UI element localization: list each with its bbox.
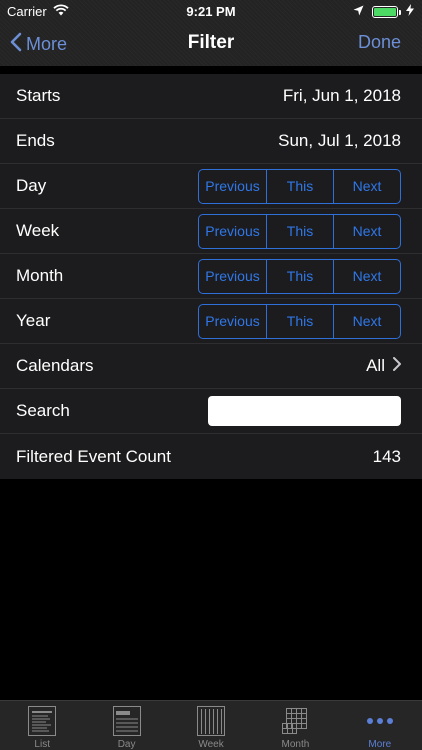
week-label: Week bbox=[16, 221, 60, 240]
month-row: Month Previous This Next bbox=[0, 254, 422, 299]
more-icon bbox=[365, 705, 395, 737]
navigation-bar: More Filter Done bbox=[0, 22, 422, 66]
status-right-group bbox=[353, 4, 414, 19]
tab-more[interactable]: More bbox=[338, 701, 422, 750]
year-segmented-control: Previous This Next bbox=[198, 303, 401, 339]
starts-value: Fri, Jun 1, 2018 bbox=[282, 86, 401, 105]
week-next-button[interactable]: Next bbox=[333, 214, 400, 248]
search-row: Search bbox=[0, 389, 422, 434]
charging-bolt-icon bbox=[406, 4, 414, 19]
week-this-button[interactable]: This bbox=[266, 214, 333, 248]
battery-icon bbox=[372, 5, 401, 18]
event-count-value: 143 bbox=[372, 446, 401, 466]
week-icon bbox=[196, 705, 226, 737]
day-segmented-control: Previous This Next bbox=[198, 168, 401, 204]
ends-label: Ends bbox=[16, 131, 55, 150]
battery-level bbox=[374, 7, 396, 16]
ends-row[interactable]: Ends Sun, Jul 1, 2018 bbox=[0, 119, 422, 164]
tab-week-label: Week bbox=[198, 739, 224, 750]
month-next-button[interactable]: Next bbox=[333, 259, 400, 293]
week-previous-button[interactable]: Previous bbox=[199, 215, 266, 248]
year-label: Year bbox=[16, 311, 51, 330]
month-this-button[interactable]: This bbox=[266, 259, 333, 293]
event-count-row: Filtered Event Count 143 bbox=[0, 434, 422, 479]
week-segmented-control: Previous This Next bbox=[198, 213, 401, 249]
day-label: Day bbox=[16, 176, 47, 195]
year-previous-button[interactable]: Previous bbox=[199, 305, 266, 338]
calendars-value: All bbox=[366, 356, 385, 375]
day-row: Day Previous This Next bbox=[0, 164, 422, 209]
search-label: Search bbox=[16, 401, 70, 420]
day-next-button[interactable]: Next bbox=[333, 169, 400, 203]
day-icon bbox=[112, 705, 142, 737]
event-count-label: Filtered Event Count bbox=[16, 446, 171, 466]
status-bar: Carrier 9:21 PM bbox=[0, 0, 422, 22]
week-row: Week Previous This Next bbox=[0, 209, 422, 254]
starts-row[interactable]: Starts Fri, Jun 1, 2018 bbox=[0, 74, 422, 119]
calendars-disclosure: All bbox=[366, 356, 401, 376]
tab-list-label: List bbox=[34, 739, 50, 750]
search-input[interactable] bbox=[208, 396, 401, 426]
year-next-button[interactable]: Next bbox=[333, 304, 400, 338]
month-previous-button[interactable]: Previous bbox=[199, 260, 266, 293]
location-arrow-icon bbox=[353, 4, 364, 19]
day-this-button[interactable]: This bbox=[266, 169, 333, 203]
starts-label: Starts bbox=[16, 86, 61, 105]
day-previous-button[interactable]: Previous bbox=[199, 170, 266, 203]
tab-month-label: Month bbox=[281, 739, 310, 750]
tab-more-label: More bbox=[368, 739, 392, 750]
month-segmented-control: Previous This Next bbox=[198, 258, 401, 294]
month-icon bbox=[280, 705, 310, 737]
ends-value: Sun, Jul 1, 2018 bbox=[278, 131, 401, 150]
calendars-row[interactable]: Calendars All bbox=[0, 344, 422, 389]
battery-cap bbox=[399, 9, 401, 15]
year-this-button[interactable]: This bbox=[266, 304, 333, 338]
done-button[interactable]: Done bbox=[358, 32, 401, 53]
tab-day[interactable]: Day bbox=[84, 701, 168, 750]
tab-week[interactable]: Week bbox=[169, 701, 253, 750]
month-label: Month bbox=[16, 266, 64, 285]
chevron-right-icon bbox=[393, 356, 401, 376]
year-row: Year Previous This Next bbox=[0, 299, 422, 344]
list-icon bbox=[27, 705, 57, 737]
tab-day-label: Day bbox=[117, 739, 136, 750]
tab-bar: List Day Week Month More bbox=[0, 700, 422, 750]
tab-month[interactable]: Month bbox=[253, 701, 337, 750]
filter-table: Starts Fri, Jun 1, 2018 Ends Sun, Jul 1,… bbox=[0, 74, 422, 479]
calendars-label: Calendars bbox=[16, 356, 94, 375]
tab-list[interactable]: List bbox=[0, 701, 84, 750]
top-chrome: Carrier 9:21 PM More Filter Done bbox=[0, 0, 422, 66]
